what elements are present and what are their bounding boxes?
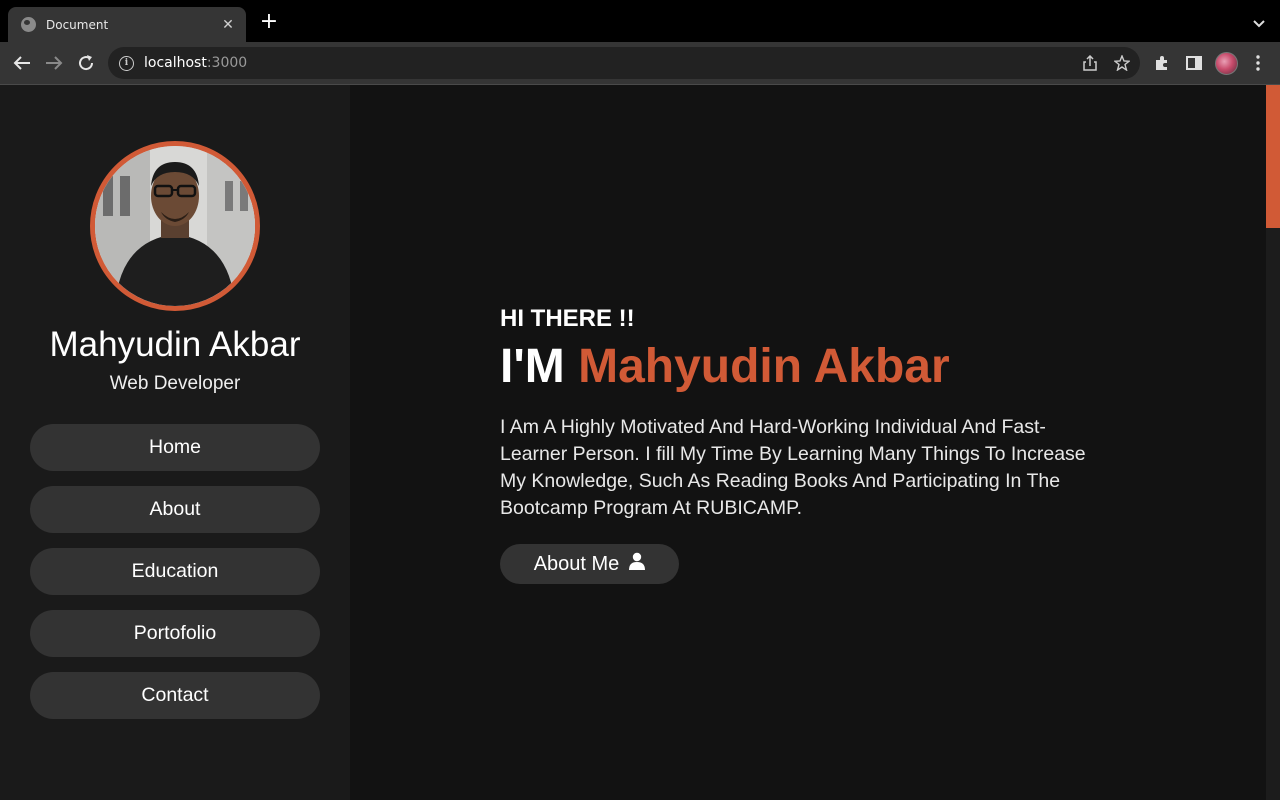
url-text: localhost:3000 [144,55,248,71]
profile-role: Web Developer [109,373,241,394]
hero-section: HI THERE !! I'M Mahyudin Akbar I Am A Hi… [350,85,1266,800]
profile-avatar[interactable] [1215,52,1238,75]
profile-name: Mahyudin Akbar [49,325,301,364]
profile-photo [90,141,260,311]
hero-intro: I Am A Highly Motivated And Hard-Working… [500,416,1086,519]
globe-icon [21,17,36,32]
tab-close-icon[interactable]: ✕ [220,17,236,33]
side-panel-icon[interactable] [1184,53,1204,73]
sidebar: Mahyudin Akbar Web Developer Home About … [0,85,350,800]
browser-tab-bar: Document ✕ + [0,0,1280,42]
extensions-puzzle-icon[interactable] [1152,53,1172,73]
hero-greeting: HI THERE !! [500,305,635,332]
nav-item-about[interactable]: About [30,486,320,533]
user-icon [629,552,646,576]
share-icon[interactable] [1081,54,1099,72]
hero-prefix: I'M [500,340,565,393]
kebab-menu-icon[interactable] [1248,53,1268,73]
hero-name: Mahyudin Akbar [578,340,950,393]
address-bar[interactable]: i localhost:3000 [108,47,1140,79]
nav-item-education[interactable]: Education [30,548,320,595]
nav-item-portofolio[interactable]: Portofolio [30,610,320,657]
hero-headline: I'M Mahyudin Akbar [500,339,950,394]
sidebar-nav: Home About Education Portofolio Contact [30,424,320,734]
about-me-label: About Me [533,552,620,575]
tab-title: Document [46,17,109,32]
page-viewport: Mahyudin Akbar Web Developer Home About … [0,85,1280,800]
browser-toolbar: i localhost:3000 [0,42,1280,85]
scrollbar-thumb[interactable] [1266,85,1280,228]
reload-icon[interactable] [75,52,97,74]
nav-item-contact[interactable]: Contact [30,672,320,719]
browser-tab[interactable]: Document ✕ [8,7,246,42]
tab-search-chevron-icon[interactable] [1252,14,1266,33]
site-info-icon[interactable]: i [119,55,134,71]
bookmark-star-icon[interactable] [1113,54,1131,72]
back-arrow-icon[interactable] [11,52,33,74]
nav-item-home[interactable]: Home [30,424,320,471]
new-tab-button[interactable]: + [258,11,280,33]
about-me-button[interactable]: About Me [500,544,679,584]
forward-arrow-icon[interactable] [43,52,65,74]
